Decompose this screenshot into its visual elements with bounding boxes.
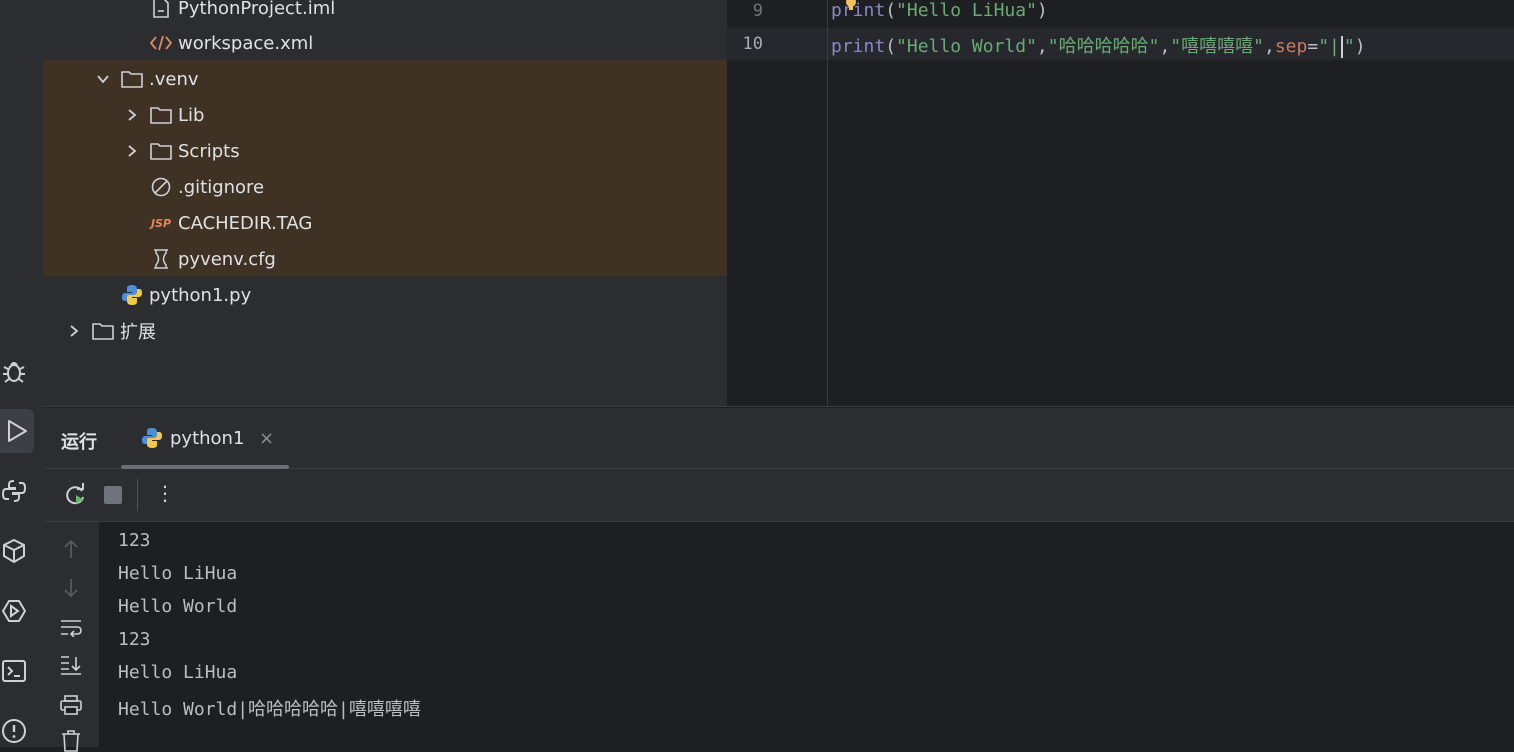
code-editor[interactable]: 9 print("Hello LiHua") 10 print("Hello W… bbox=[727, 0, 1514, 406]
soft-wrap-icon[interactable] bbox=[60, 617, 82, 639]
tree-item-pythonproject-iml[interactable]: PythonProject.iml bbox=[150, 0, 335, 26]
arrow-down-icon[interactable] bbox=[60, 577, 82, 599]
ignore-file-icon bbox=[150, 176, 172, 198]
run-title: 运行 bbox=[61, 432, 97, 453]
folder-icon bbox=[150, 104, 172, 126]
problems-icon[interactable] bbox=[0, 716, 28, 746]
more-options-icon[interactable]: ⋮ bbox=[155, 481, 175, 505]
python-console-icon[interactable] bbox=[0, 476, 28, 506]
run-tab-label: python1 bbox=[170, 428, 245, 449]
run-tool-window-header: 运行 python1 × bbox=[43, 408, 1514, 469]
console-line: Hello World|哈哈哈哈哈|嘻嘻嘻嘻 bbox=[118, 699, 421, 720]
run-play-icon[interactable] bbox=[0, 409, 34, 453]
tree-item-scripts[interactable]: Scripts bbox=[124, 133, 240, 169]
console-line: Hello World bbox=[118, 596, 238, 617]
run-tab-python1[interactable]: python1 × bbox=[121, 408, 289, 469]
code-line-9[interactable]: print("Hello LiHua") bbox=[831, 0, 1048, 21]
tree-item-venv[interactable]: .venv bbox=[95, 61, 199, 97]
tree-item-gitignore[interactable]: .gitignore bbox=[150, 169, 264, 205]
tree-item-extensions[interactable]: 扩展 bbox=[66, 313, 156, 349]
lightbulb-icon[interactable] bbox=[844, 0, 858, 15]
folder-icon bbox=[92, 320, 114, 342]
xml-file-icon bbox=[150, 32, 172, 54]
text-caret bbox=[1340, 36, 1343, 58]
line-number: 10 bbox=[742, 34, 763, 54]
folder-icon bbox=[121, 68, 143, 90]
console-line: Hello LiHua bbox=[118, 662, 238, 683]
chevron-right-icon[interactable] bbox=[66, 323, 82, 339]
jsp-file-icon: JSP bbox=[150, 216, 172, 230]
scroll-to-end-icon[interactable] bbox=[60, 654, 82, 676]
terminal-icon[interactable] bbox=[0, 656, 28, 686]
stop-icon[interactable] bbox=[104, 486, 122, 508]
run-console[interactable]: 123 Hello LiHua Hello World 123 Hello Li… bbox=[43, 522, 1514, 752]
project-tree: PythonProject.iml workspace.xml .venv Li… bbox=[43, 0, 727, 406]
folder-icon bbox=[150, 140, 172, 162]
config-file-icon bbox=[150, 248, 172, 270]
tree-item-cachedir-tag[interactable]: JSP CACHEDIR.TAG bbox=[150, 205, 312, 241]
trash-icon[interactable] bbox=[60, 730, 82, 752]
module-file-icon bbox=[150, 0, 172, 19]
close-icon[interactable]: × bbox=[259, 428, 274, 449]
python-packages-icon[interactable] bbox=[0, 536, 28, 566]
python-file-icon bbox=[121, 284, 143, 306]
activity-bar bbox=[0, 0, 43, 747]
console-side-toolbar bbox=[43, 522, 99, 752]
chevron-right-icon[interactable] bbox=[124, 107, 140, 123]
services-icon[interactable] bbox=[0, 596, 28, 626]
tree-item-pyvenv-cfg[interactable]: pyvenv.cfg bbox=[150, 241, 276, 277]
rerun-icon[interactable] bbox=[63, 483, 87, 511]
console-line: 123 bbox=[118, 530, 151, 551]
chevron-down-icon[interactable] bbox=[95, 71, 111, 87]
arrow-up-icon[interactable] bbox=[60, 538, 82, 560]
tree-item-python1-py[interactable]: python1.py bbox=[121, 277, 251, 313]
gutter-divider bbox=[827, 0, 828, 406]
chevron-right-icon[interactable] bbox=[124, 143, 140, 159]
debug-bug-icon[interactable] bbox=[0, 356, 28, 386]
print-icon[interactable] bbox=[60, 694, 82, 716]
code-line-10[interactable]: print("Hello World","哈哈哈哈哈","嘻嘻嘻嘻",sep="… bbox=[831, 32, 1366, 58]
console-line: Hello LiHua bbox=[118, 563, 238, 584]
tree-item-workspace-xml[interactable]: workspace.xml bbox=[150, 25, 313, 61]
run-toolbar: ⋮ bbox=[43, 469, 1514, 522]
tree-item-lib[interactable]: Lib bbox=[124, 97, 204, 133]
console-line: 123 bbox=[118, 629, 151, 650]
python-file-icon bbox=[141, 427, 163, 453]
toolbar-separator bbox=[137, 479, 138, 511]
line-number: 9 bbox=[752, 1, 763, 21]
